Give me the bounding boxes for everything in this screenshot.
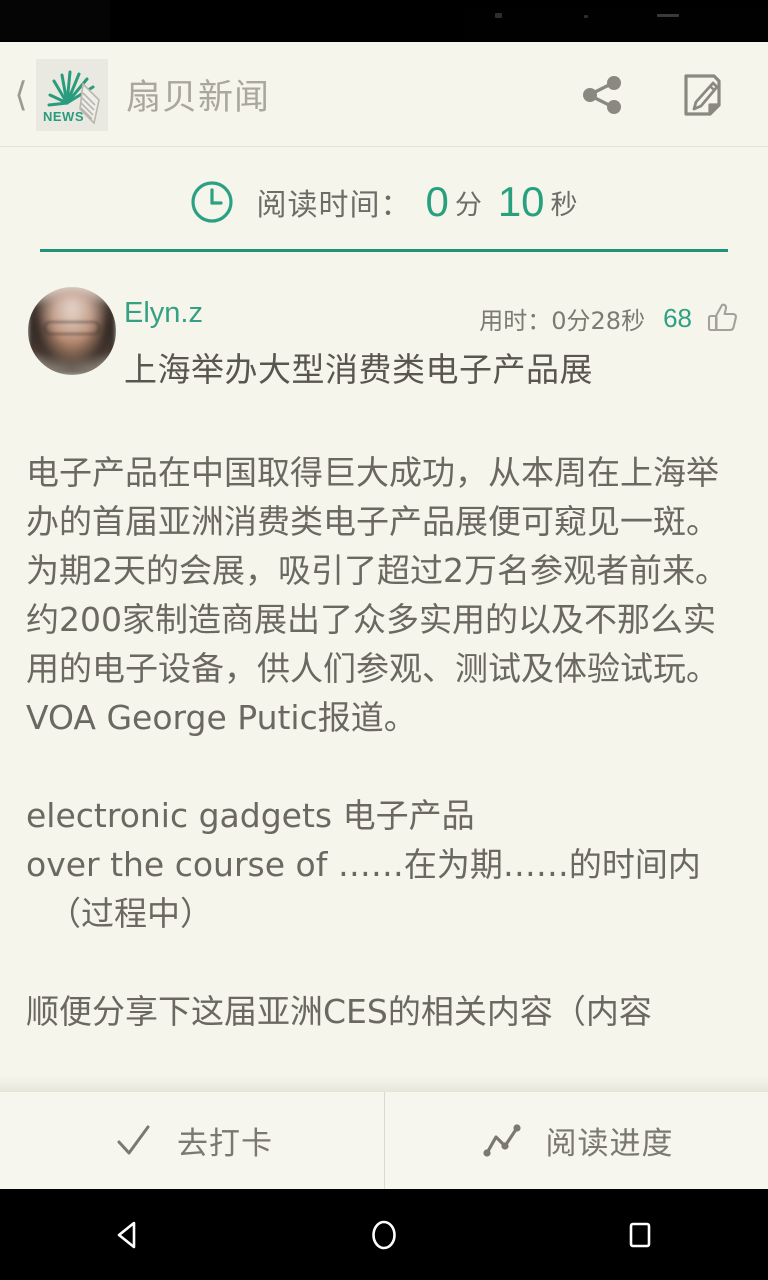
- body-spacer-2: [26, 742, 742, 791]
- status-battery-icon: [657, 14, 679, 17]
- bottom-action-bar: 去打卡 阅读进度: [0, 1091, 768, 1189]
- reading-timer-label: 阅读时间：: [256, 188, 412, 223]
- status-icon-a: [495, 13, 502, 18]
- reading-timer-minutes: 0: [425, 178, 449, 225]
- app-screen: ⟨ NEWS 扇贝新闻 阅读时间： 0 分 10 秒 Elyn.z 用时：0分2…: [0, 0, 768, 1280]
- article-body: 电子产品在中国取得巨大成功，从本周在上海举办的首届亚洲消费类电子产品展便可窥见一…: [0, 373, 768, 1036]
- nav-back-triangle-icon: [117, 1221, 136, 1248]
- article-paragraph: 电子产品在中国取得巨大成功，从本周在上海举办的首届亚洲消费类电子产品展便可窥见一…: [26, 453, 728, 737]
- title-bar: ⟨ NEWS 扇贝新闻: [0, 42, 768, 147]
- vocab-line-1: electronic gadgets 电子产品: [26, 796, 475, 835]
- body-spacer-1: [26, 399, 742, 448]
- title-bar-actions: [576, 69, 768, 121]
- clock-icon: [191, 181, 234, 223]
- note-duration: 用时：0分28秒: [479, 306, 646, 335]
- check-in-button[interactable]: 去打卡: [0, 1092, 384, 1189]
- reading-timer-inner: 阅读时间： 0 分 10 秒: [188, 178, 579, 226]
- status-bar-left-region: [0, 0, 110, 40]
- share-icon: [583, 75, 621, 114]
- status-bar-right-region: [463, 8, 768, 40]
- check-icon: [117, 1125, 150, 1154]
- chart-line-icon: [482, 1123, 521, 1157]
- nav-recents-button[interactable]: [512, 1213, 768, 1257]
- vocab-line-2: over the course of ……在为期……的时间内: [26, 845, 701, 884]
- reading-timer-header: 阅读时间： 0 分 10 秒: [0, 147, 768, 257]
- reading-timer-minutes-unit: 分: [454, 189, 482, 221]
- avatar-glasses-detail: [44, 321, 100, 335]
- reading-progress-button[interactable]: 阅读进度: [384, 1092, 768, 1189]
- action-bar-shadow: [0, 1075, 768, 1091]
- article-title: 上海举办大型消费类电子产品展: [124, 350, 593, 389]
- article-scroll-area[interactable]: Elyn.z 用时：0分28秒 68 上海举办大型消费类电子产品展 电子产品在中…: [0, 255, 768, 1085]
- note-header: Elyn.z 用时：0分28秒 68 上海举办大型消费类电子产品展: [0, 255, 768, 389]
- note-edit-button[interactable]: [676, 69, 728, 121]
- app-logo-text: NEWS: [43, 108, 84, 124]
- closing-line: 顺便分享下这届亚洲CES的相关内容（内容: [26, 992, 652, 1031]
- vocab-line-3: （过程中）: [48, 894, 213, 933]
- status-bar: [0, 0, 768, 42]
- reading-progress-label: 阅读进度: [545, 1126, 674, 1162]
- reading-timer-seconds-unit: 秒: [550, 189, 578, 221]
- note-like-count: 68: [663, 302, 692, 333]
- app-logo-icon: NEWS: [36, 58, 108, 131]
- page-title: 扇贝新闻: [126, 78, 271, 118]
- note-edit-icon: [684, 73, 721, 116]
- avatar[interactable]: [28, 287, 116, 375]
- back-chevron-icon[interactable]: ⟨: [4, 78, 38, 112]
- nav-back-button[interactable]: [0, 1213, 256, 1257]
- author-name[interactable]: Elyn.z: [124, 297, 203, 330]
- header-divider: [40, 249, 728, 252]
- body-spacer-3: [26, 938, 742, 987]
- status-icon-b: [584, 15, 588, 18]
- android-nav-bar: [0, 1189, 768, 1280]
- reading-timer-seconds: 10: [497, 178, 545, 225]
- thumbs-up-icon[interactable]: [704, 299, 742, 337]
- share-button[interactable]: [576, 69, 628, 121]
- note-meta: 用时：0分28秒 68: [479, 299, 742, 337]
- nav-home-button[interactable]: [256, 1213, 512, 1257]
- nav-home-circle-icon: [372, 1220, 396, 1249]
- nav-recents-square-icon: [629, 1222, 651, 1247]
- check-in-label: 去打卡: [177, 1126, 273, 1162]
